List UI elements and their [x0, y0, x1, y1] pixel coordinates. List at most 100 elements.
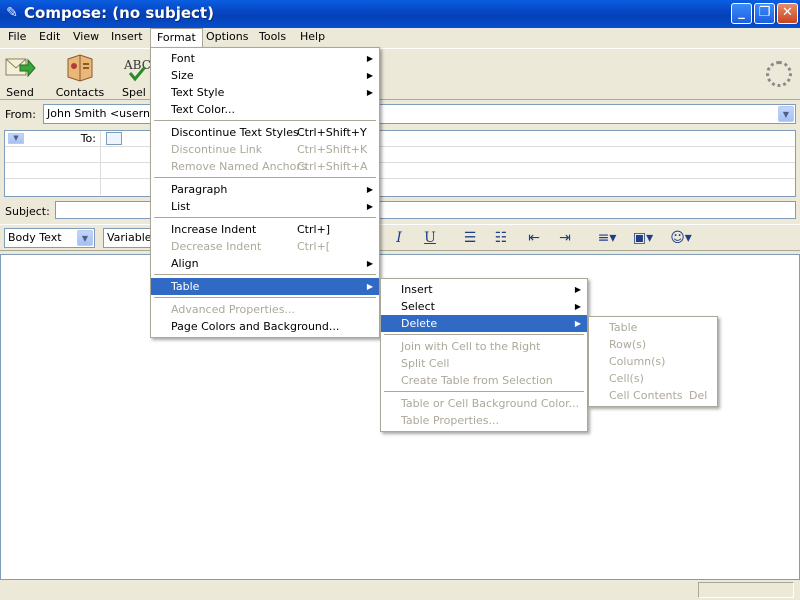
menu-insert[interactable]: Insert: [105, 28, 149, 47]
menu-item-label: Column(s): [609, 355, 666, 368]
menu-item-size[interactable]: Size ▶: [151, 67, 379, 84]
menu-item-shortcut: Ctrl+Shift+K: [297, 143, 368, 156]
table-submenu: Insert ▶ Select ▶ Delete ▶ Join with Cell t…: [380, 278, 588, 432]
menu-edit[interactable]: Edit: [33, 28, 66, 47]
menu-item-text-style[interactable]: Text Style ▶: [151, 84, 379, 101]
menu-item-table[interactable]: Table ▶: [151, 278, 379, 295]
close-button[interactable]: ✕: [777, 3, 798, 24]
insert-object-icon[interactable]: ▣▾: [628, 228, 658, 248]
submenu-arrow-icon: ▶: [366, 54, 373, 63]
menu-item-shortcut: Ctrl+Shift+A: [297, 160, 368, 173]
maximize-button[interactable]: ❐: [754, 3, 775, 24]
recipient-row[interactable]: ▼ To:: [5, 131, 795, 147]
contacts-label: Contacts: [55, 86, 105, 99]
menu-item-label: Discontinue Text Styles: [171, 126, 299, 139]
menu-item-label: Table or Cell Background Color...: [401, 397, 580, 410]
numbered-list-icon[interactable]: ☷: [491, 228, 511, 248]
menu-item-label: Text Style: [171, 86, 225, 99]
recipient-type-select[interactable]: ▼ To:: [5, 131, 101, 147]
bulleted-list-icon[interactable]: ☰: [460, 228, 480, 248]
menu-item-shortcut: Ctrl+[: [297, 240, 331, 253]
menu-item-label: Advanced Properties...: [171, 303, 295, 316]
menu-file[interactable]: File: [2, 28, 32, 47]
decrease-indent-icon[interactable]: ⇤: [524, 228, 544, 248]
menu-item-delete-table: Table: [589, 319, 717, 336]
menu-item-remove-anchors: Remove Named Anchors Ctrl+Shift+A: [151, 158, 379, 175]
submenu-arrow-icon: ▶: [574, 285, 581, 294]
menu-item-list[interactable]: List ▶: [151, 198, 379, 215]
menu-item-text-color[interactable]: Text Color...: [151, 101, 379, 118]
menu-item-label: Font: [171, 52, 195, 65]
menu-item-label: Split Cell: [401, 357, 450, 370]
menu-item-advanced-properties: Advanced Properties...: [151, 301, 379, 318]
chevron-down-icon[interactable]: ▼: [77, 230, 93, 246]
recipient-row[interactable]: [5, 147, 795, 163]
menu-tools[interactable]: Tools: [253, 28, 292, 47]
font-value: Variable: [107, 231, 152, 244]
menu-item-delete-columns: Column(s): [589, 353, 717, 370]
menu-item-font[interactable]: Font ▶: [151, 50, 379, 67]
delete-submenu: Table Row(s) Column(s) Cell(s) Cell Cont…: [588, 316, 718, 407]
menu-item-table-delete[interactable]: Delete ▶: [381, 315, 587, 332]
submenu-arrow-icon: ▶: [574, 302, 581, 311]
paragraph-style-value: Body Text: [8, 231, 62, 244]
menu-format[interactable]: Format: [150, 28, 203, 47]
status-bar: [0, 580, 800, 600]
format-toolbar: Body Text ▼ Variable I U ☰ ☷ ⇤ ⇥ ≡▾ ▣▾ ☺…: [0, 224, 800, 251]
menu-item-page-colors[interactable]: Page Colors and Background...: [151, 318, 379, 335]
menu-item-discontinue-link: Discontinue Link Ctrl+Shift+K: [151, 141, 379, 158]
recipient-list[interactable]: ▼ To:: [4, 130, 796, 197]
menu-item-table-insert[interactable]: Insert ▶: [381, 281, 587, 298]
menu-item-label: Paragraph: [171, 183, 228, 196]
send-button[interactable]: Send: [4, 51, 36, 99]
format-menu: Font ▶ Size ▶ Text Style ▶ Text Color... Di…: [150, 47, 380, 338]
menu-item-label: Select: [401, 300, 435, 313]
menu-item-label: Align: [171, 257, 199, 270]
menu-item-table-properties: Table Properties...: [381, 412, 587, 429]
menu-options[interactable]: Options: [200, 28, 254, 47]
menu-item-join-cells: Join with Cell to the Right: [381, 338, 587, 355]
submenu-arrow-icon: ▶: [366, 202, 373, 211]
menu-item-background-color: Table or Cell Background Color...: [381, 395, 587, 412]
menu-help[interactable]: Help: [294, 28, 331, 47]
chevron-down-icon: ▼: [8, 133, 24, 144]
recipient-row[interactable]: [5, 179, 795, 195]
underline-icon[interactable]: U: [421, 228, 439, 248]
menu-item-discontinue-styles[interactable]: Discontinue Text Styles Ctrl+Shift+Y: [151, 124, 379, 141]
menu-item-label: List: [171, 200, 191, 213]
recipient-row[interactable]: [5, 163, 795, 179]
svg-text:ABC: ABC: [123, 58, 151, 72]
menu-item-label: Table: [609, 321, 638, 334]
menu-view[interactable]: View: [67, 28, 105, 47]
menu-bar: File Edit View Insert Format Options Too…: [0, 28, 800, 47]
minimize-button[interactable]: _: [731, 3, 752, 24]
increase-indent-icon[interactable]: ⇥: [555, 228, 575, 248]
submenu-arrow-icon: ▶: [574, 319, 581, 328]
align-icon[interactable]: ≡▾: [592, 228, 622, 248]
menu-item-label: Decrease Indent: [171, 240, 262, 253]
main-toolbar: Send Contacts ABC Spel: [0, 48, 800, 100]
smiley-icon[interactable]: ☺▾: [666, 228, 696, 248]
menu-item-shortcut: Ctrl+Shift+Y: [297, 126, 367, 139]
recipient-type-cell: [5, 147, 101, 163]
activity-throbber-icon: [766, 61, 792, 87]
menu-item-label: Text Color...: [171, 103, 235, 116]
submenu-arrow-icon: ▶: [366, 88, 373, 97]
menu-item-increase-indent[interactable]: Increase Indent Ctrl+]: [151, 221, 379, 238]
menu-item-label: Remove Named Anchors: [171, 160, 307, 173]
menu-item-delete-cell-contents: Cell Contents Del: [589, 387, 717, 404]
recipient-type-cell: [5, 163, 101, 179]
contacts-icon: [67, 54, 93, 82]
menu-item-table-select[interactable]: Select ▶: [381, 298, 587, 315]
menu-item-paragraph[interactable]: Paragraph ▶: [151, 181, 379, 198]
submenu-arrow-icon: ▶: [366, 282, 373, 291]
menu-item-align[interactable]: Align ▶: [151, 255, 379, 272]
menu-item-label: Discontinue Link: [171, 143, 263, 156]
menu-item-shortcut: Del: [689, 389, 708, 402]
chevron-down-icon[interactable]: ▼: [778, 106, 794, 122]
to-label: To:: [80, 132, 96, 145]
paragraph-style-select[interactable]: Body Text ▼: [4, 228, 95, 248]
contacts-button[interactable]: Contacts: [54, 51, 106, 99]
recipient-type-cell: [5, 179, 101, 195]
italic-icon[interactable]: I: [390, 228, 408, 248]
